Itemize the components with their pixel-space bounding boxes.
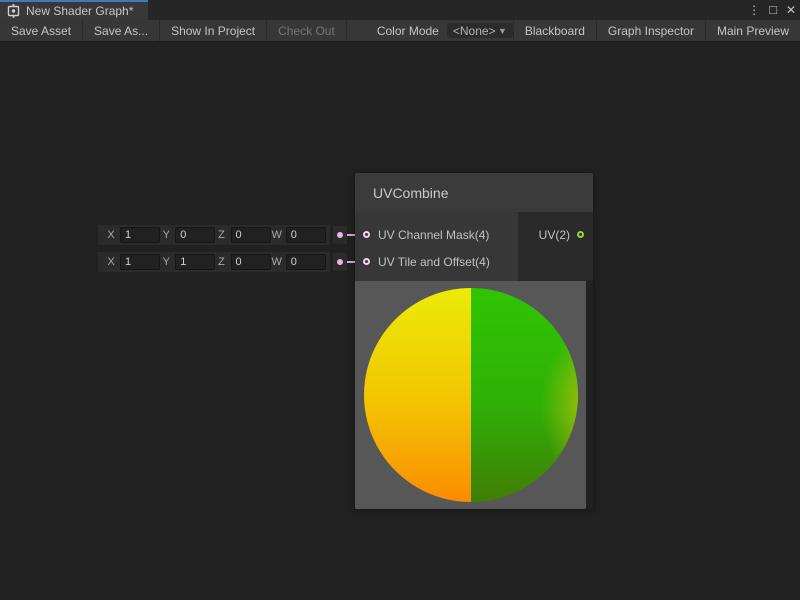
vector4-widget-1: X Y Z W (98, 225, 330, 245)
tab-new-shader-graph[interactable]: New Shader Graph* (0, 0, 148, 20)
vector4-widget-2: X Y Z W (98, 252, 330, 272)
w-label: W (271, 229, 283, 241)
shader-graph-icon (7, 4, 20, 18)
vector-field: W (271, 227, 326, 243)
graph-inspector-button[interactable]: Graph Inspector (596, 20, 705, 41)
color-mode-label: Color Mode (347, 20, 447, 41)
node-title[interactable]: UVCombine (355, 173, 593, 212)
blackboard-button[interactable]: Blackboard (513, 20, 596, 41)
window-menu-icon[interactable]: ⋮ (748, 0, 760, 20)
connector-dot-icon (337, 232, 343, 238)
x-label: X (105, 256, 117, 268)
z-label: Z (216, 229, 228, 241)
toolbar: Save Asset Save As... Show In Project Ch… (0, 20, 800, 42)
vector-field: Z (216, 227, 271, 243)
output-port-label: UV(2) (539, 228, 570, 242)
node-preview[interactable] (355, 281, 586, 509)
z-value-input[interactable] (231, 227, 271, 243)
color-mode-dropdown[interactable]: <None> ▼ (447, 23, 513, 38)
input-port-icon[interactable] (363, 231, 370, 238)
maximize-icon[interactable]: □ (769, 0, 777, 20)
w-value-input[interactable] (286, 227, 326, 243)
input-port-label: UV Tile and Offset(4) (378, 255, 490, 269)
tab-title: New Shader Graph* (26, 4, 133, 18)
input-port-uv-channel-mask[interactable]: UV Channel Mask(4) (355, 221, 518, 248)
chevron-down-icon: ▼ (498, 26, 507, 36)
show-in-project-button[interactable]: Show In Project (160, 20, 267, 41)
sphere-left-half (364, 288, 471, 502)
node-input-ports: UV Channel Mask(4) UV Tile and Offset(4) (355, 212, 518, 281)
input-port-uv-tile-offset[interactable]: UV Tile and Offset(4) (355, 248, 518, 275)
output-port-uv[interactable]: UV(2) (518, 221, 593, 248)
z-value-input[interactable] (231, 254, 271, 270)
vector-field: X (105, 254, 160, 270)
check-out-button: Check Out (267, 20, 347, 41)
edge-connector-2[interactable] (333, 253, 347, 271)
uv-preview-sphere (364, 288, 578, 502)
x-value-input[interactable] (120, 254, 160, 270)
vector-field: Y (160, 227, 215, 243)
w-label: W (271, 256, 283, 268)
graph-canvas[interactable]: X Y Z W X Y Z W (0, 42, 800, 599)
y-value-input[interactable] (175, 227, 215, 243)
edge-connector-1[interactable] (333, 226, 347, 244)
w-value-input[interactable] (286, 254, 326, 270)
vector-field: X (105, 227, 160, 243)
y-value-input[interactable] (175, 254, 215, 270)
node-output-ports: UV(2) (518, 212, 593, 281)
input-port-icon[interactable] (363, 258, 370, 265)
input-port-label: UV Channel Mask(4) (378, 228, 489, 242)
y-label: Y (160, 256, 172, 268)
vector-field: Z (216, 254, 271, 270)
output-port-icon[interactable] (577, 231, 584, 238)
color-mode-value: <None> (453, 24, 496, 38)
save-asset-button[interactable]: Save Asset (0, 20, 83, 41)
x-value-input[interactable] (120, 227, 160, 243)
node-uvcombine[interactable]: UVCombine UV Channel Mask(4) UV Tile and… (355, 173, 593, 509)
main-preview-button[interactable]: Main Preview (705, 20, 800, 41)
vector-field: W (271, 254, 326, 270)
vector-field: Y (160, 254, 215, 270)
close-icon[interactable]: ✕ (786, 0, 796, 20)
save-as-button[interactable]: Save As... (83, 20, 160, 41)
sphere-right-half (471, 288, 578, 502)
title-bar: New Shader Graph* ⋮ □ ✕ (0, 0, 800, 20)
x-label: X (105, 229, 117, 241)
y-label: Y (160, 229, 172, 241)
connector-dot-icon (337, 259, 343, 265)
z-label: Z (216, 256, 228, 268)
